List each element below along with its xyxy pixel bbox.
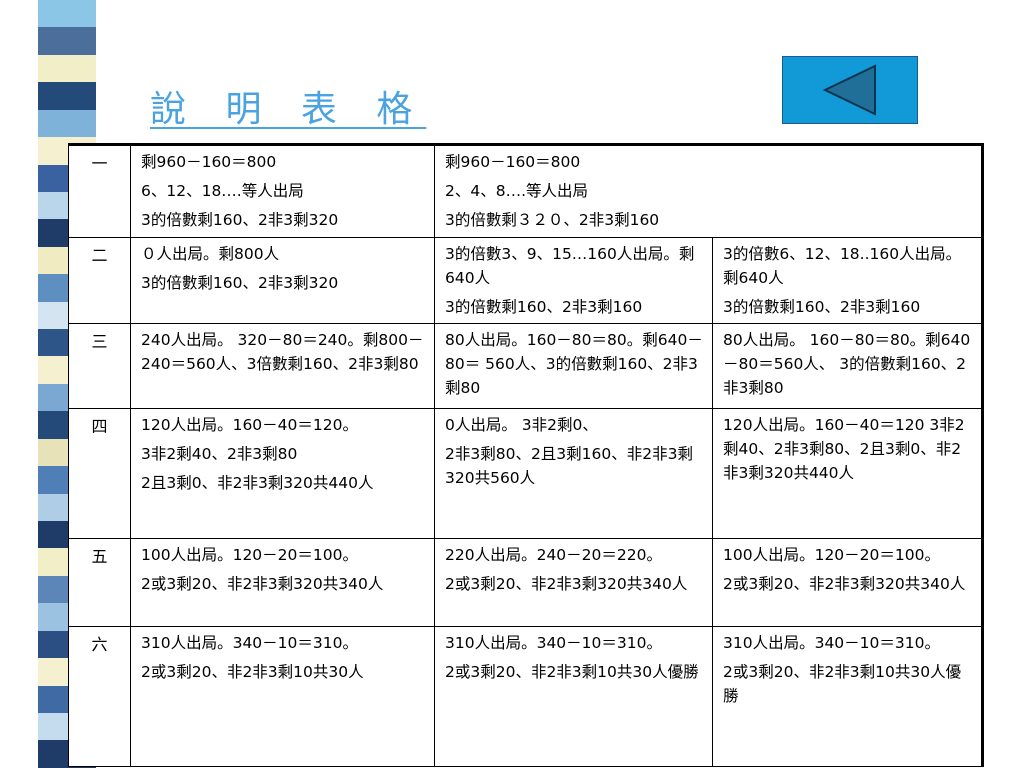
- cell-text-line: 3非2剩40、2非3剩80: [141, 445, 298, 464]
- table-cell: 310人出局。340－10＝310。 2或3剩20、非2非3剩10共30人: [130, 626, 435, 768]
- cell-text-line: 2或3剩20、非2非3剩10共30人優勝: [723, 663, 962, 706]
- table-cell: 80人出局。 160－80＝80。剩640－80＝560人、 3的倍數剩160、…: [711, 323, 985, 410]
- table-row: 六 310人出局。340－10＝310。 2或3剩20、非2非3剩10共30人 310…: [68, 626, 985, 768]
- table-row: 二 ０人出局。剩800人 3的倍數剩160、2非3剩320 3的倍數3、9、15…16…: [68, 236, 985, 325]
- cell-text-line: 2或3剩20、非2非3剩320共340人: [723, 575, 966, 594]
- stripe-segment: [38, 109, 96, 138]
- table-row: 一剩960－160＝800 6、12、18….等人出局 3的倍數剩160、2非3剩3…: [68, 143, 985, 238]
- row-number-label: 二: [68, 236, 131, 325]
- cell-text-line: 220人出局。240－20＝220。: [445, 546, 662, 565]
- table-cell: 220人出局。240－20＝220。 2或3剩20、非2非3剩320共340人: [434, 538, 713, 628]
- cell-text-line: 3的倍數6、12、18..160人出局。剩640人: [723, 245, 962, 288]
- row-number-label: 五: [68, 538, 131, 628]
- table-cell: 120人出局。160－40＝120 3非2剩40、2非3剩80、2且3剩0、非2…: [711, 408, 985, 540]
- explanation-table: 一剩960－160＝800 6、12、18….等人出局 3的倍數剩160、2非3剩3…: [68, 143, 985, 768]
- left-triangle-icon: [822, 64, 876, 116]
- table-cell: 3的倍數6、12、18..160人出局。剩640人 3的倍數剩160、2非3剩16…: [711, 236, 985, 325]
- cell-text-line: 3的倍數剩160、2非3剩160: [445, 298, 643, 317]
- table-cell: 3的倍數3、9、15…160人出局。剩640人 3的倍數剩160、2非3剩160: [434, 236, 713, 325]
- table-cell: 剩960－160＝800 2、4、8….等人出局 3的倍數剩３２０、2非3剩160: [433, 143, 985, 238]
- page-title: 說 明 表 格: [150, 89, 427, 130]
- stripe-segment: [38, 54, 96, 83]
- table-cell: 310人出局。340－10＝310。 2或3剩20、非2非3剩10共30人優勝: [434, 626, 713, 768]
- cell-text-line: 3的倍數剩160、2非3剩320: [141, 274, 339, 293]
- cell-text-line: 2、4、8….等人出局: [445, 182, 589, 201]
- stripe-segment: [38, 0, 96, 28]
- cell-text-line: 100人出局。120－20＝100。: [141, 546, 358, 565]
- back-button[interactable]: [782, 56, 918, 124]
- cell-text-line: 2且3剩0、非2非3剩320共440人: [141, 474, 374, 493]
- row-number-label: 三: [68, 323, 131, 410]
- cell-text-line: 310人出局。340－10＝310。: [141, 634, 358, 653]
- cell-text-line: 6、12、18….等人出局: [141, 182, 304, 201]
- cell-text-line: 2非3剩80、2且3剩160、非2非3剩320共560人: [445, 445, 693, 488]
- cell-text-line: 2或3剩20、非2非3剩10共30人優勝: [445, 663, 699, 682]
- cell-text-line: 310人出局。340－10＝310。: [445, 634, 662, 653]
- table-cell: 240人出局。 320－80＝240。剩800－240＝560人、3倍數剩160…: [130, 323, 435, 410]
- cell-text-line: 剩960－160＝800: [141, 153, 277, 171]
- cell-text-line: ０人出局。剩800人: [141, 245, 280, 263]
- table-cell: 100人出局。120－20＝100。 2或3剩20、非2非3剩320共340人: [711, 538, 985, 628]
- cell-text-line: 120人出局。160－40＝120 3非2剩40、2非3剩80、2且3剩0、非2…: [723, 416, 965, 483]
- cell-text-line: 240人出局。 320－80＝240。剩800－240＝560人、3倍數剩160…: [141, 331, 424, 374]
- table-cell: 80人出局。160－80＝80。剩640－80＝ 560人、3的倍數剩160、2…: [434, 323, 713, 410]
- cell-text-line: 0人出局。 3非2剩0、: [445, 416, 598, 435]
- cell-text-line: 2或3剩20、非2非3剩320共340人: [445, 575, 688, 594]
- row-number-label: 一: [68, 143, 131, 238]
- table-row: 五 100人出局。120－20＝100。 2或3剩20、非2非3剩320共340人 2…: [68, 538, 985, 628]
- table-cell: 310人出局。340－10＝310。 2或3剩20、非2非3剩10共30人優勝: [711, 626, 985, 768]
- cell-text-line: 120人出局。160－40＝120。: [141, 416, 358, 435]
- row-number-label: 六: [68, 626, 131, 768]
- table-row: 三 240人出局。 320－80＝240。剩800－240＝560人、3倍數剩16…: [68, 323, 985, 410]
- cell-text-line: 剩960－160＝800: [445, 153, 581, 171]
- cell-text-line: 3的倍數剩３２０、2非3剩160: [445, 211, 660, 230]
- cell-text-line: 80人出局。 160－80＝80。剩640－80＝560人、 3的倍數剩160、…: [723, 331, 971, 398]
- stripe-segment: [38, 82, 96, 110]
- cell-text-line: 80人出局。160－80＝80。剩640－80＝ 560人、3的倍數剩160、2…: [445, 331, 703, 398]
- cell-text-line: 3的倍數3、9、15…160人出局。剩640人: [445, 245, 695, 288]
- table-cell: 剩960－160＝800 6、12、18….等人出局 3的倍數剩160、2非3剩32…: [130, 143, 435, 238]
- row-number-label: 四: [68, 408, 131, 540]
- table-cell: 100人出局。120－20＝100。 2或3剩20、非2非3剩320共340人: [130, 538, 435, 628]
- table-row: 四 120人出局。160－40＝120。 3非2剩40、2非3剩80 2且3剩0、非2…: [68, 408, 985, 540]
- table-cell: 0人出局。 3非2剩0、 2非3剩80、2且3剩160、非2非3剩320共560人: [434, 408, 713, 540]
- cell-text-line: 2或3剩20、非2非3剩320共340人: [141, 575, 384, 594]
- cell-text-line: 2或3剩20、非2非3剩10共30人: [141, 663, 364, 682]
- cell-text-line: 3的倍數剩160、2非3剩320: [141, 211, 339, 230]
- table-cell: ０人出局。剩800人 3的倍數剩160、2非3剩320: [130, 236, 435, 325]
- stripe-segment: [38, 27, 96, 55]
- cell-text-line: 3的倍數剩160、2非3剩160: [723, 298, 921, 317]
- cell-text-line: 310人出局。340－10＝310。: [723, 634, 940, 653]
- table-cell: 120人出局。160－40＝120。 3非2剩40、2非3剩80 2且3剩0、非2非…: [130, 408, 435, 540]
- cell-text-line: 100人出局。120－20＝100。: [723, 546, 940, 565]
